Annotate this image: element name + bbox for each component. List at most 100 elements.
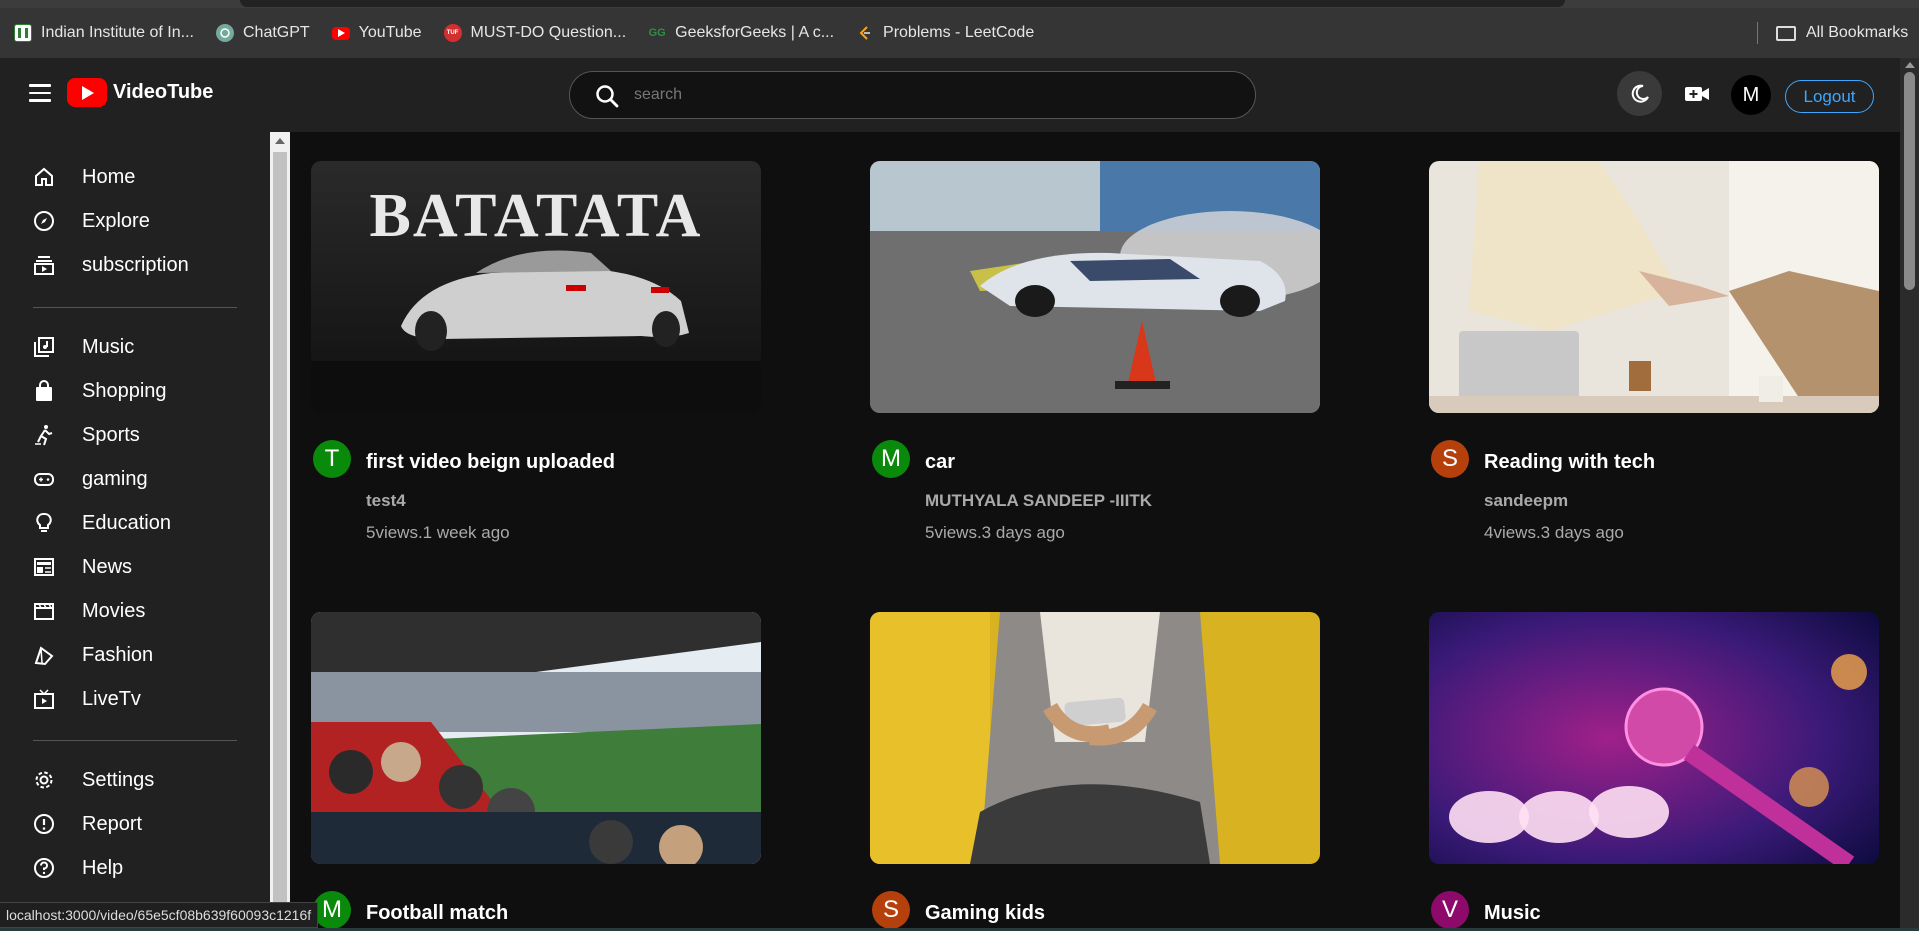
live-tv-icon [32, 687, 56, 711]
bookmark-gfg[interactable]: GG GeeksforGeeks | A c... [648, 24, 834, 42]
bookmark-chatgpt[interactable]: ChatGPT [215, 24, 310, 42]
video-card[interactable]: M Football match [311, 612, 761, 931]
sidebar-item-livetv[interactable]: LiveTv [32, 679, 242, 719]
bookmark-leetcode[interactable]: Problems - LeetCode [856, 24, 1034, 42]
youtube-icon [331, 26, 350, 40]
home-icon [32, 165, 56, 189]
sidebar-item-subscription[interactable]: subscription [32, 245, 242, 285]
newspaper-icon [32, 555, 56, 579]
video-thumbnail[interactable] [870, 161, 1320, 413]
scroll-up-arrow-icon[interactable] [275, 138, 285, 144]
bookmark-iiit[interactable]: Indian Institute of In... [14, 24, 194, 42]
channel-name[interactable]: sandeepm [1484, 491, 1568, 511]
sidebar-item-label: Settings [82, 768, 155, 791]
sidebar-item-help[interactable]: Help [32, 848, 242, 888]
upload-video-icon[interactable] [1683, 80, 1711, 108]
video-card[interactable]: V Music [1429, 612, 1879, 931]
bookmark-must-do[interactable]: TUF MUST-DO Question... [443, 24, 626, 42]
app-logo[interactable]: VideoTube [67, 78, 213, 107]
gear-icon [32, 768, 56, 792]
page-scrollbar[interactable] [1900, 58, 1919, 931]
clapperboard-icon [32, 599, 56, 623]
channel-avatar[interactable]: M [872, 440, 910, 478]
sidebar-item-news[interactable]: News [32, 547, 242, 587]
sidebar-scrollbar[interactable] [270, 132, 290, 931]
sidebar-item-label: LiveTv [82, 687, 141, 710]
video-card[interactable]: M car MUTHYALA SANDEEP -IIITK 5views.3 d… [870, 161, 1320, 561]
channel-avatar[interactable]: V [1431, 891, 1469, 929]
bookmarks-bar: Indian Institute of In... ChatGPT YouTub… [0, 8, 1919, 58]
sidebar-item-education[interactable]: Education [32, 503, 242, 543]
video-title[interactable]: car [925, 451, 955, 474]
leetcode-icon [856, 24, 874, 42]
search-icon[interactable] [594, 83, 620, 109]
video-meta: 5views.1 week ago [366, 523, 510, 542]
scroll-up-arrow-icon[interactable] [1905, 62, 1915, 68]
video-thumbnail[interactable] [311, 612, 761, 864]
video-title[interactable]: Football match [366, 902, 508, 925]
channel-name[interactable]: test4 [366, 491, 406, 511]
bookmarks-separator [1757, 22, 1758, 44]
sidebar-divider [33, 307, 237, 308]
sidebar-divider [33, 740, 237, 741]
channel-name[interactable]: MUTHYALA SANDEEP -IIITK [925, 491, 1152, 511]
sidebar-scroll-thumb[interactable] [273, 152, 287, 931]
sidebar-item-sports[interactable]: Sports [32, 415, 242, 455]
video-thumbnail[interactable] [870, 612, 1320, 864]
channel-avatar[interactable]: M [313, 891, 351, 929]
video-title[interactable]: Gaming kids [925, 902, 1045, 925]
sidebar-item-label: Music [82, 335, 135, 358]
sidebar-item-settings[interactable]: Settings [32, 760, 242, 800]
video-title[interactable]: first video beign uploaded [366, 451, 615, 474]
sidebar-item-shopping[interactable]: Shopping [32, 371, 242, 411]
chatgpt-icon [215, 24, 234, 42]
all-bookmarks-label: All Bookmarks [1806, 24, 1909, 41]
video-title[interactable]: Reading with tech [1484, 451, 1655, 474]
channel-avatar[interactable]: S [872, 891, 910, 929]
bookmark-youtube[interactable]: YouTube [331, 24, 422, 42]
sidebar-item-music[interactable]: Music [32, 327, 242, 367]
video-title[interactable]: Music [1484, 902, 1541, 925]
logout-button[interactable]: Logout [1785, 80, 1874, 113]
compass-icon [32, 209, 56, 233]
video-card[interactable]: S Gaming kids [870, 612, 1320, 931]
video-card[interactable]: S Reading with tech sandeepm 4views.3 da… [1429, 161, 1879, 561]
user-avatar[interactable]: M [1731, 75, 1771, 115]
help-icon [32, 856, 56, 880]
sidebar-item-fashion[interactable]: Fashion [32, 635, 242, 675]
menu-icon[interactable] [29, 84, 51, 102]
video-thumbnail[interactable]: BATATATA [311, 161, 761, 413]
folder-icon [1776, 25, 1796, 41]
video-card[interactable]: BATATATA T first video beign uploaded te… [311, 161, 761, 561]
browser-tab-strip [0, 0, 1919, 8]
sidebar-item-gaming[interactable]: gaming [32, 459, 242, 499]
sidebar-item-home[interactable]: Home [32, 157, 242, 197]
bookmark-label: Indian Institute of In... [41, 24, 194, 41]
video-thumbnail[interactable] [1429, 161, 1879, 413]
channel-avatar[interactable]: S [1431, 440, 1469, 478]
sidebar-item-label: Education [82, 511, 171, 534]
iiit-icon [14, 24, 32, 42]
video-meta: 5views.3 days ago [925, 523, 1065, 542]
bookmark-label: Problems - LeetCode [883, 24, 1035, 41]
sidebar: Home Explore subscription Music Shopping… [0, 132, 270, 931]
subscriptions-icon [32, 253, 56, 277]
bookmark-label: GeeksforGeeks | A c... [675, 24, 835, 41]
report-icon [32, 812, 56, 836]
svg-text:BATATATA: BATATATA [370, 182, 703, 250]
page-scroll-thumb[interactable] [1904, 72, 1915, 290]
channel-avatar[interactable]: T [313, 440, 351, 478]
gamepad-icon [32, 467, 56, 491]
sidebar-item-label: gaming [82, 467, 148, 490]
music-library-icon [32, 335, 56, 359]
sidebar-item-movies[interactable]: Movies [32, 591, 242, 631]
sidebar-item-report[interactable]: Report [32, 804, 242, 844]
video-thumbnail[interactable] [1429, 612, 1879, 864]
sidebar-item-explore[interactable]: Explore [32, 201, 242, 241]
sidebar-item-label: subscription [82, 253, 189, 276]
search-input[interactable] [634, 81, 1214, 109]
sidebar-item-label: Report [82, 812, 143, 835]
all-bookmarks-button[interactable]: All Bookmarks [1776, 8, 1908, 58]
dark-mode-toggle[interactable] [1617, 71, 1662, 116]
bookmark-label: ChatGPT [242, 24, 310, 41]
